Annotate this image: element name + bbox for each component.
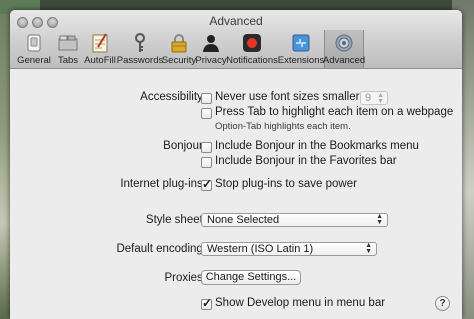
tab-notifications[interactable]: Notifications <box>226 30 278 68</box>
bonjour-bookmarks-option: Include Bonjour in the Bookmarks menu <box>215 140 419 152</box>
notification-dot-icon <box>243 34 261 52</box>
window-title: Advanced <box>209 14 263 28</box>
stop-plugins-checkbox[interactable] <box>201 177 212 191</box>
tab-extensions[interactable]: Extensions <box>278 30 324 68</box>
bonjour-label: Bonjour: <box>163 140 206 152</box>
bonjour-bookmarks-checkbox[interactable] <box>201 142 212 153</box>
tab-privacy[interactable]: Privacy <box>195 30 227 68</box>
tab-highlight-option: Press Tab to highlight each item on a we… <box>215 106 454 118</box>
stylesheet-popup[interactable]: None Selected ▲ ▼ <box>201 213 388 227</box>
preferences-window: Advanced General Tabs AutoFill Passwords… <box>10 10 462 319</box>
show-develop-menu-checkbox[interactable] <box>201 296 212 310</box>
help-button[interactable]: ? <box>435 296 450 311</box>
show-develop-menu-option: Show Develop menu in menu bar <box>215 297 386 309</box>
key-icon <box>135 33 145 52</box>
min-font-size-checkbox[interactable] <box>201 93 212 104</box>
accessibility-label: Accessibility: <box>140 91 206 103</box>
popup-arrows-icon: ▲ ▼ <box>376 213 383 226</box>
min-font-size-value: 9 <box>365 92 372 104</box>
stylesheet-label: Style sheet: <box>145 214 206 226</box>
title-bar: Advanced General Tabs AutoFill Passwords… <box>10 10 462 69</box>
plugins-label: Internet plug-ins: <box>120 178 206 190</box>
encoding-label: Default encoding: <box>116 243 206 255</box>
preferences-toolbar: General Tabs AutoFill Passwords Security… <box>14 30 365 68</box>
popup-arrows-icon: ▲ ▼ <box>377 92 384 105</box>
stop-plugins-option: Stop plug-ins to save power <box>215 178 357 190</box>
tab-general[interactable]: General <box>14 30 54 68</box>
autofill-icon <box>92 33 108 53</box>
tabs-icon <box>58 35 78 51</box>
gear-icon <box>335 34 353 52</box>
bonjour-favorites-option: Include Bonjour in the Favorites bar <box>215 155 397 167</box>
change-settings-button[interactable]: Change Settings... <box>201 270 301 285</box>
tab-tabs[interactable]: Tabs <box>54 30 82 68</box>
bonjour-favorites-checkbox[interactable] <box>201 157 212 168</box>
tab-highlight-checkbox[interactable] <box>201 108 212 119</box>
encoding-popup[interactable]: Western (ISO Latin 1) ▲ ▼ <box>201 242 377 256</box>
tab-highlight-hint: Option-Tab highlights each item. <box>215 121 351 132</box>
popup-arrows-icon: ▲ ▼ <box>365 242 372 255</box>
switch-icon <box>27 34 41 52</box>
tab-autofill[interactable]: AutoFill <box>82 30 118 68</box>
encoding-value: Western (ISO Latin 1) <box>207 243 314 255</box>
tab-security[interactable]: Security <box>162 30 196 68</box>
tab-advanced[interactable]: Advanced <box>323 30 365 68</box>
padlock-icon <box>171 34 187 53</box>
advanced-pane: Accessibility: Never use font sizes smal… <box>10 69 462 319</box>
stylesheet-value: None Selected <box>207 214 280 226</box>
puzzle-icon <box>292 34 310 52</box>
proxies-label: Proxies: <box>164 272 206 284</box>
min-font-size-popup[interactable]: 9 ▲ ▼ <box>360 91 388 105</box>
tab-passwords[interactable]: Passwords <box>117 30 163 68</box>
person-silhouette-icon <box>203 35 219 52</box>
